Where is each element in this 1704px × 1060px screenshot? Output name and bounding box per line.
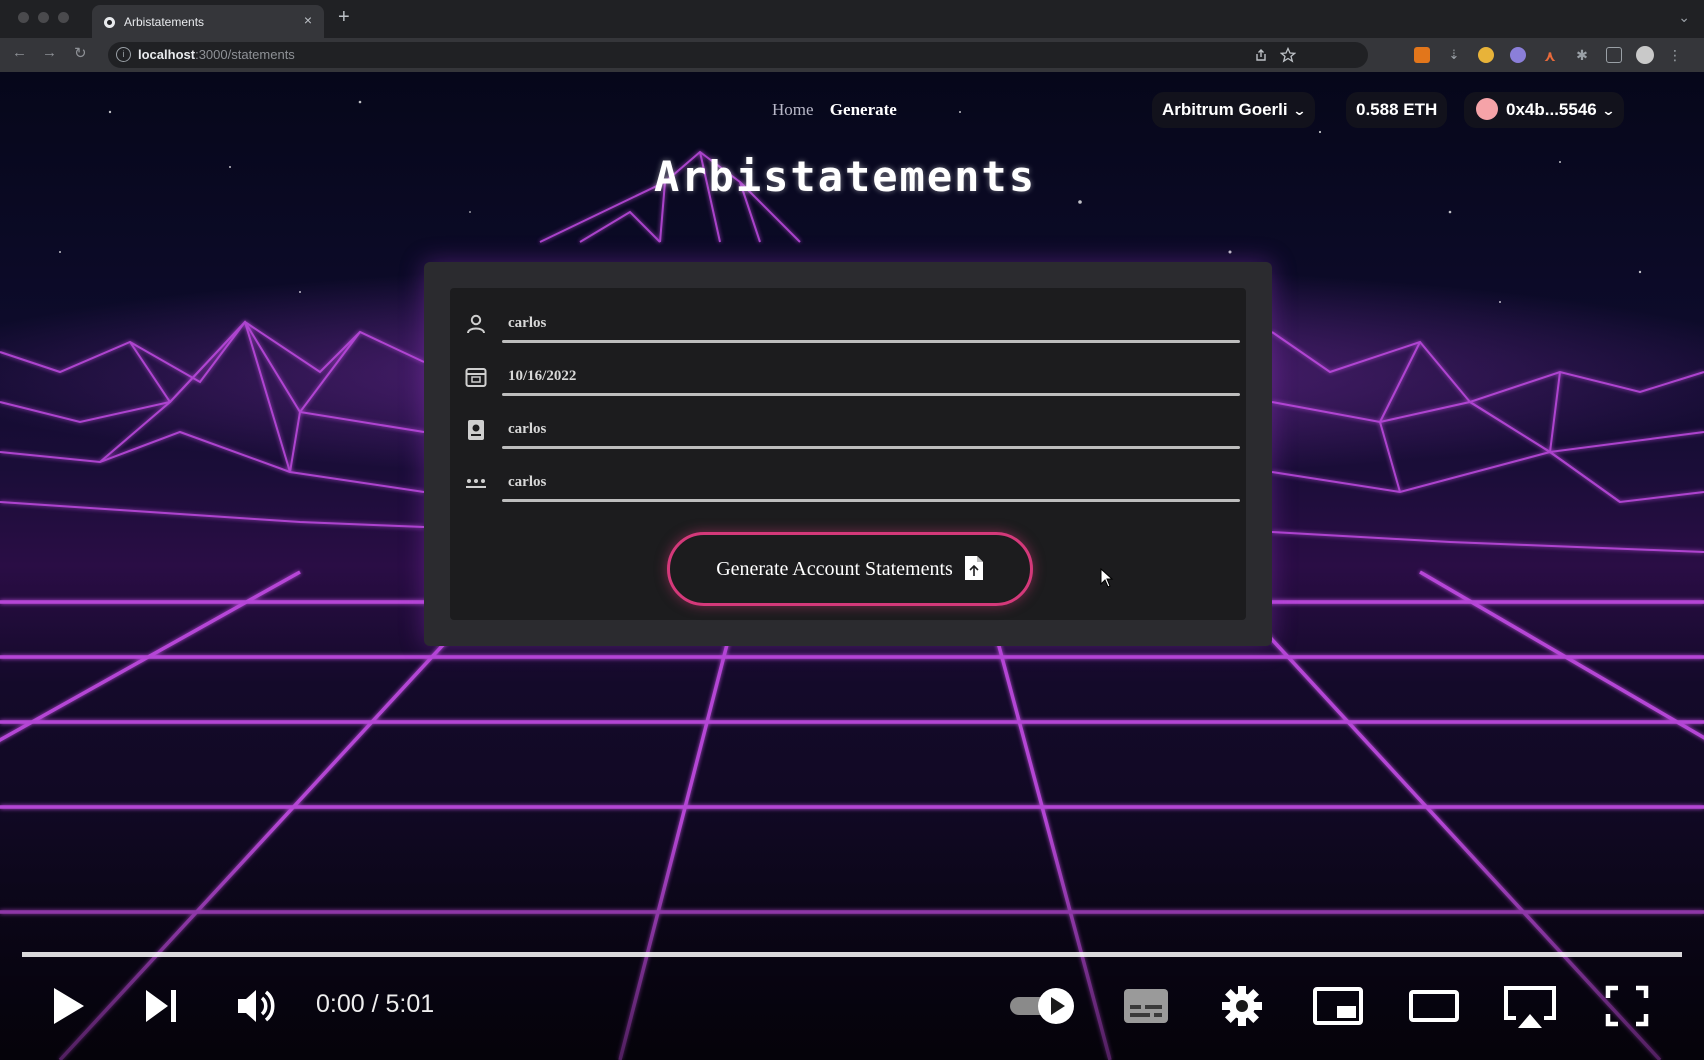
metamask-extension-icon[interactable] [1414, 47, 1430, 63]
subtitles-icon[interactable] [1122, 978, 1170, 1034]
network-name: Arbitrum Goerli [1162, 100, 1288, 119]
password-field[interactable]: carlos [460, 455, 1240, 505]
screen: Arbistatements × + ⌄ ← → ↻ i localhost:3… [0, 0, 1704, 1060]
statement-form-card: carlos 10/16/2022 carlos carlos Generate… [424, 262, 1272, 646]
document-icon [964, 556, 983, 581]
url-host: localhost [138, 47, 196, 62]
extensions-puzzle-icon[interactable]: ✱ [1574, 47, 1590, 63]
password-field-value: carlos [508, 474, 547, 490]
window-close-dot[interactable] [18, 12, 29, 23]
name-field-value: carlos [508, 315, 547, 331]
browser-menu-icon[interactable]: ⋮ [1668, 47, 1684, 63]
field-underline [502, 499, 1240, 502]
network-selector-button[interactable]: Arbitrum Goerli ⌄ [1152, 92, 1315, 128]
window-minimize-dot[interactable] [38, 12, 49, 23]
settings-gear-icon[interactable] [1218, 978, 1266, 1034]
page-title: Arbistatements [653, 152, 1036, 201]
date-field-value: 10/16/2022 [508, 368, 577, 384]
password-dots-icon [466, 479, 486, 488]
url-text: localhost:3000/statements [138, 47, 295, 62]
user-icon [467, 314, 485, 334]
address-bar[interactable]: i localhost:3000/statements [108, 42, 1368, 68]
mouse-cursor-icon [1100, 568, 1114, 588]
tab-favicon-icon [104, 17, 115, 28]
bookmark-star-icon[interactable] [1280, 47, 1296, 63]
id-field[interactable]: carlos [460, 402, 1240, 452]
brave-extension-icon[interactable]: ⋏ [1542, 47, 1558, 65]
browser-tab-bar: Arbistatements × + ⌄ [0, 0, 1704, 38]
airplay-icon[interactable] [1502, 978, 1558, 1034]
new-tab-button[interactable]: + [338, 6, 350, 29]
play-icon[interactable] [48, 978, 88, 1034]
autoplay-toggle-icon[interactable] [1008, 978, 1082, 1034]
account-avatar [1476, 98, 1498, 121]
balance-display[interactable]: 0.588 ETH [1346, 92, 1448, 128]
id-field-value: carlos [508, 421, 547, 437]
share-icon[interactable] [1254, 48, 1268, 62]
download-extension-icon[interactable]: ⇣ [1446, 47, 1462, 63]
id-card-icon [468, 420, 484, 440]
url-path: :3000/statements [195, 47, 295, 62]
field-underline [502, 446, 1240, 449]
calendar-icon [465, 368, 487, 387]
chevron-down-icon: ⌄ [1291, 103, 1307, 118]
volume-icon[interactable] [234, 978, 280, 1034]
chevron-down-icon: ⌄ [1601, 103, 1616, 118]
video-time: 0:00 / 5:01 [316, 990, 435, 1018]
reload-icon[interactable]: ↻ [74, 44, 87, 62]
theater-mode-icon[interactable] [1408, 978, 1460, 1034]
next-video-icon[interactable] [142, 978, 182, 1034]
coin-extension-icon[interactable] [1478, 47, 1494, 63]
nav-link-home[interactable]: Home [772, 100, 814, 119]
window-zoom-dot[interactable] [58, 12, 69, 23]
fullscreen-icon[interactable] [1604, 978, 1650, 1034]
tab-title: Arbistatements [124, 15, 205, 29]
wallet-extension-icon[interactable] [1510, 47, 1526, 63]
generate-button-label: Generate Account Statements [716, 558, 953, 580]
statement-form: carlos 10/16/2022 carlos carlos Generate… [450, 288, 1246, 620]
tab-search-icon[interactable]: ⌄ [1678, 9, 1690, 26]
browser-toolbar: ← → ↻ i localhost:3000/statements ⇣ ⋏ ✱ … [0, 38, 1704, 72]
site-info-icon[interactable]: i [116, 47, 131, 62]
account-button[interactable]: 0x4b...5546 ⌄ [1464, 92, 1624, 128]
name-field[interactable]: carlos [460, 296, 1240, 346]
nav-link-generate[interactable]: Generate [830, 100, 897, 119]
date-field[interactable]: 10/16/2022 [460, 349, 1240, 399]
profile-avatar[interactable] [1636, 46, 1654, 64]
video-progress-bar[interactable] [22, 952, 1682, 957]
field-underline [502, 340, 1240, 343]
field-underline [502, 393, 1240, 396]
top-navigation: Home Generate [772, 100, 897, 120]
miniplayer-icon[interactable] [1312, 978, 1364, 1034]
account-address: 0x4b...5546 [1506, 100, 1597, 119]
forward-icon[interactable]: → [42, 44, 57, 61]
browser-tab[interactable]: Arbistatements × [92, 5, 324, 38]
side-panel-icon[interactable] [1606, 47, 1622, 63]
back-icon[interactable]: ← [12, 44, 27, 61]
eth-balance: 0.588 ETH [1356, 100, 1438, 119]
tab-close-icon[interactable]: × [304, 12, 312, 28]
generate-statements-button[interactable]: Generate Account Statements [667, 532, 1033, 606]
